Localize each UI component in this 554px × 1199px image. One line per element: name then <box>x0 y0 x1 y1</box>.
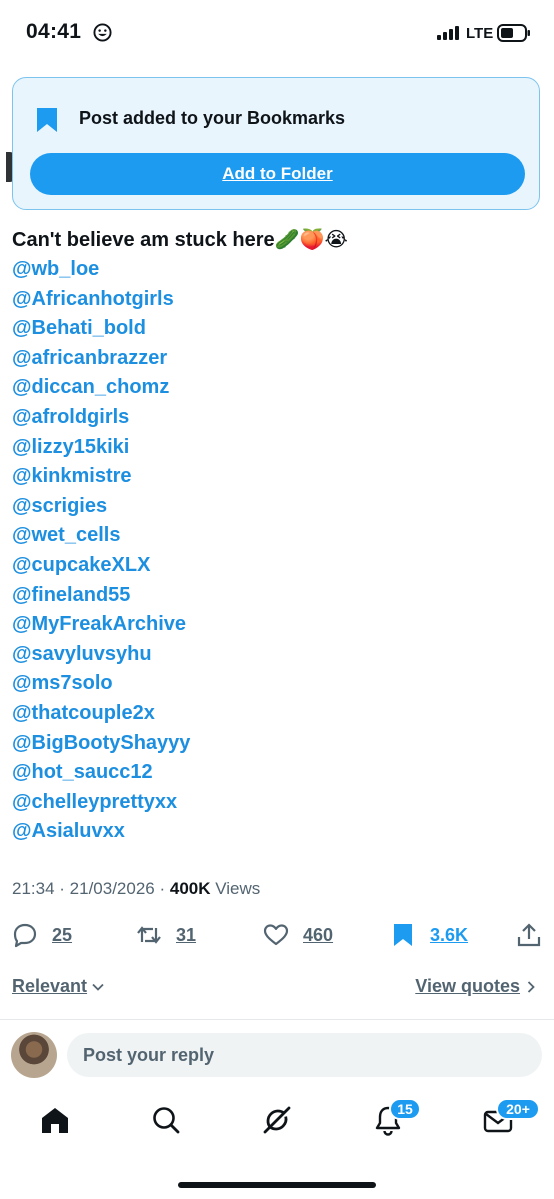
repost-count: 31 <box>176 924 197 945</box>
like-button[interactable]: 460 <box>263 921 333 949</box>
bookmark-count: 3.6K <box>430 924 469 945</box>
battery-icon <box>497 24 530 42</box>
mention-link[interactable]: @Asialuvxx <box>12 817 190 847</box>
reply-count: 25 <box>52 924 73 945</box>
mention-link[interactable]: @diccan_chomz <box>12 373 190 403</box>
bookmark-filled-icon <box>394 924 412 946</box>
views-count: 400K <box>169 879 211 898</box>
bookmark-button[interactable]: 3.6K <box>390 921 468 949</box>
chevron-right-icon <box>527 980 535 993</box>
mention-link[interactable]: @cupcakeXLX <box>12 551 190 581</box>
reply-icon <box>13 923 37 948</box>
status-bar: 04:41 LTE <box>0 0 554 66</box>
mention-link[interactable]: @savyluvsyhu <box>12 640 190 670</box>
sort-relevant-dropdown[interactable]: Relevant <box>12 976 105 997</box>
mention-link[interactable]: @fineland55 <box>12 581 190 611</box>
notifications-badge: 15 <box>389 1098 421 1120</box>
view-quotes-label: View quotes <box>415 976 520 996</box>
repost-icon <box>137 926 161 944</box>
divider <box>0 1019 554 1020</box>
mention-link[interactable]: @hot_saucc12 <box>12 758 190 788</box>
status-time: 04:41 <box>26 20 82 43</box>
bookmark-toast: Post added to your Bookmarks Add to Fold… <box>12 77 540 210</box>
home-indicator <box>178 1182 376 1188</box>
mention-link[interactable]: @wet_cells <box>12 521 190 551</box>
chevron-down-icon <box>92 983 104 991</box>
mention-link[interactable]: @Africanhotgirls <box>12 285 190 315</box>
messages-badge: 20+ <box>496 1098 540 1120</box>
mention-link[interactable]: @wb_loe <box>12 255 190 285</box>
reply-input[interactable]: Post your reply <box>67 1033 542 1077</box>
grok-icon[interactable] <box>261 1104 293 1136</box>
smiley-face-icon <box>93 23 112 42</box>
mention-link[interactable]: @kinkmistre <box>12 462 190 492</box>
reply-button[interactable]: 25 <box>12 921 72 949</box>
toast-message: Post added to your Bookmarks <box>79 108 346 128</box>
mention-link[interactable]: @chelleyprettyxx <box>12 788 190 818</box>
mention-link[interactable]: @afroldgirls <box>12 403 190 433</box>
tweet-meta: 21:34 · 21/03/2026 · 400K Views <box>12 879 261 898</box>
user-avatar[interactable] <box>11 1032 57 1078</box>
network-type: LTE <box>466 25 494 42</box>
tweet-time: 21:34 <box>12 879 55 898</box>
mention-link[interactable]: @BigBootyShayyy <box>12 729 190 759</box>
mention-link[interactable]: @africanbrazzer <box>12 344 190 374</box>
mention-link[interactable]: @scrigies <box>12 492 190 522</box>
search-icon[interactable] <box>150 1104 182 1136</box>
share-button[interactable] <box>516 921 542 949</box>
like-count: 460 <box>303 924 334 945</box>
add-to-folder-button[interactable]: Add to Folder <box>30 153 525 195</box>
signal-strength-icon <box>437 26 459 40</box>
view-quotes-link[interactable]: View quotes <box>415 976 538 997</box>
mention-link[interactable]: @Behati_bold <box>12 314 190 344</box>
mention-link[interactable]: @MyFreakArchive <box>12 610 190 640</box>
heart-icon <box>263 924 289 946</box>
tweet-date: 21/03/2026 <box>69 879 155 898</box>
sort-label: Relevant <box>12 976 88 996</box>
share-icon <box>517 923 541 947</box>
repost-button[interactable]: 31 <box>136 921 196 949</box>
bookmark-icon <box>37 108 57 132</box>
mentions-list: @wb_loe @Africanhotgirls @Behati_bold @a… <box>12 255 190 847</box>
views-label: Views <box>215 879 261 898</box>
mention-link[interactable]: @thatcouple2x <box>12 699 190 729</box>
home-icon[interactable] <box>39 1104 71 1136</box>
mention-link[interactable]: @ms7solo <box>12 669 190 699</box>
tweet-text: Can't believe am stuck here🥒🍑😭 <box>12 229 348 251</box>
mention-link[interactable]: @lizzy15kiki <box>12 433 190 463</box>
